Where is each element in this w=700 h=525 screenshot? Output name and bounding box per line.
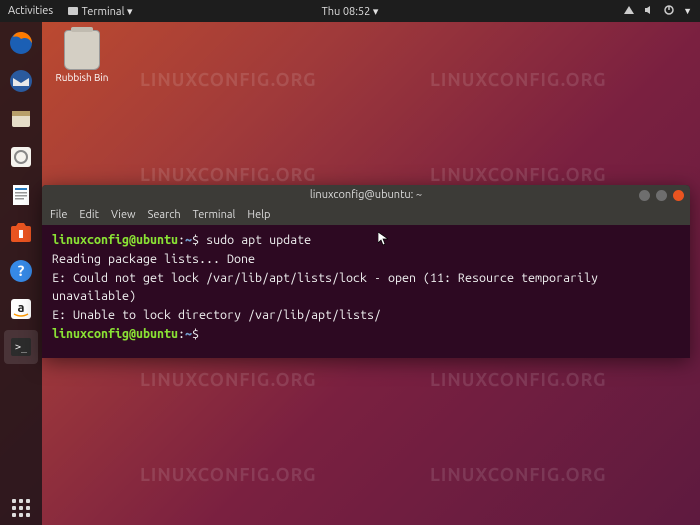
menu-search[interactable]: Search [148, 209, 181, 221]
dock-ubuntu-software[interactable] [4, 216, 38, 250]
dock-help[interactable]: ? [4, 254, 38, 288]
watermark: LINUXCONFIG.ORG [140, 70, 317, 90]
app-menu-terminal[interactable]: Terminal ▾ [67, 5, 132, 18]
dock-files[interactable] [4, 102, 38, 136]
menu-terminal[interactable]: Terminal [193, 209, 236, 221]
menu-help[interactable]: Help [247, 209, 270, 221]
show-applications-button[interactable] [12, 499, 30, 517]
activities-button[interactable]: Activities [8, 5, 53, 17]
dock-amazon[interactable]: a [4, 292, 38, 326]
dock: ? a >_ [0, 22, 42, 525]
terminal-line: E: Unable to lock directory /var/lib/apt… [52, 306, 680, 325]
window-minimize-button[interactable] [639, 190, 650, 201]
watermark: LINUXCONFIG.ORG [140, 465, 317, 485]
terminal-body[interactable]: linuxconfig@ubuntu:~$ sudo apt update Re… [42, 225, 690, 358]
clock[interactable]: Thu 08:52 ▾ [322, 5, 379, 18]
watermark: LINUXCONFIG.ORG [430, 370, 607, 390]
svg-text:a: a [17, 301, 24, 315]
terminal-titlebar[interactable]: linuxconfig@ubuntu: ~ [42, 185, 690, 205]
top-bar: Activities Terminal ▾ Thu 08:52 ▾ ▼ [0, 0, 700, 22]
trash-icon [64, 30, 100, 70]
menu-view[interactable]: View [111, 209, 136, 221]
terminal-line: linuxconfig@ubuntu:~$ [52, 325, 680, 344]
dock-thunderbird[interactable] [4, 64, 38, 98]
terminal-window: linuxconfig@ubuntu: ~ File Edit View Sea… [42, 185, 690, 358]
menu-edit[interactable]: Edit [79, 209, 99, 221]
mouse-cursor-icon [378, 232, 388, 246]
terminal-title: linuxconfig@ubuntu: ~ [310, 189, 422, 201]
terminal-line: E: Could not get lock /var/lib/apt/lists… [52, 269, 680, 307]
window-close-button[interactable] [673, 190, 684, 201]
network-icon[interactable] [623, 4, 635, 19]
watermark: LINUXCONFIG.ORG [430, 465, 607, 485]
terminal-line: Reading package lists... Done [52, 250, 680, 269]
dock-libreoffice-writer[interactable] [4, 178, 38, 212]
desktop-trash[interactable]: Rubbish Bin [52, 30, 112, 83]
dock-terminal[interactable]: >_ [4, 330, 38, 364]
svg-text:?: ? [18, 262, 25, 279]
terminal-menubar: File Edit View Search Terminal Help [42, 205, 690, 225]
trash-label: Rubbish Bin [52, 72, 112, 83]
system-menu-chevron-icon[interactable]: ▼ [683, 6, 692, 16]
window-maximize-button[interactable] [656, 190, 667, 201]
svg-text:>_: >_ [15, 342, 28, 353]
watermark: LINUXCONFIG.ORG [140, 165, 317, 185]
watermark: LINUXCONFIG.ORG [430, 70, 607, 90]
watermark: LINUXCONFIG.ORG [430, 165, 607, 185]
volume-icon[interactable] [643, 4, 655, 19]
menu-file[interactable]: File [50, 209, 67, 221]
terminal-line: linuxconfig@ubuntu:~$ sudo apt update [52, 231, 680, 250]
dock-firefox[interactable] [4, 26, 38, 60]
watermark: LINUXCONFIG.ORG [140, 370, 317, 390]
dock-rhythmbox[interactable] [4, 140, 38, 174]
power-icon[interactable] [663, 4, 675, 19]
